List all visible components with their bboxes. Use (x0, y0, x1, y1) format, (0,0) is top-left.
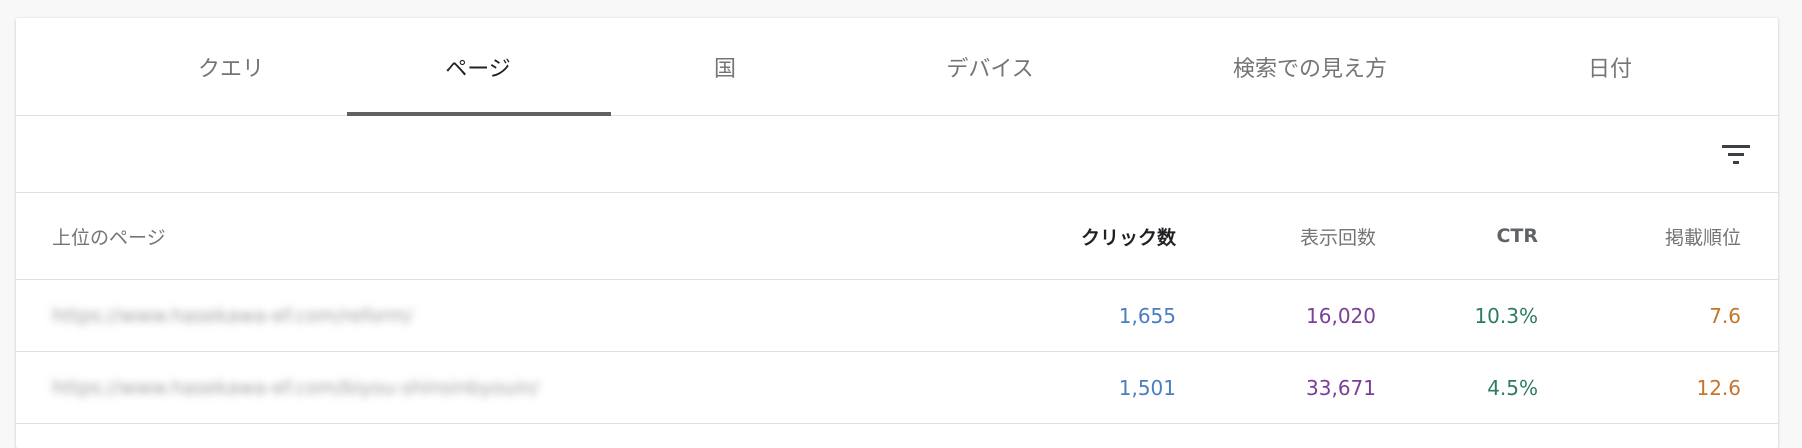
table-header: 上位のページ クリック数 表示回数 CTR 掲載順位 (16, 193, 1778, 280)
header-page[interactable]: 上位のページ (52, 193, 852, 279)
impressions-value: 16,020 (1306, 303, 1376, 328)
filter-bar (16, 116, 1778, 193)
performance-card: クエリ ページ 国 デバイス 検索での見え方 日付 上位のページ クリック数 表… (16, 18, 1778, 448)
clicks-value: 1,501 (1118, 375, 1176, 400)
tab-queries[interactable]: クエリ (116, 18, 346, 115)
dimension-tabs: クエリ ページ 国 デバイス 検索での見え方 日付 (16, 18, 1778, 116)
table-row[interactable]: https://www.hasekawa-ef.com/biyou-shinsi… (16, 352, 1778, 424)
tab-countries[interactable]: 国 (610, 18, 840, 115)
page-url[interactable]: https://www.hasekawa-ef.com/reform/ (52, 280, 852, 351)
tab-pages[interactable]: ページ (346, 18, 610, 115)
filter-button[interactable] (1716, 134, 1756, 174)
tab-devices[interactable]: デバイス (840, 18, 1140, 115)
impressions-value: 33,671 (1306, 375, 1376, 400)
clicks-value: 1,655 (1118, 303, 1176, 328)
ctr-value: 10.3% (1474, 303, 1538, 328)
ctr-value: 4.5% (1487, 375, 1538, 400)
header-impressions[interactable]: 表示回数 (1176, 193, 1376, 279)
page-url-text: https://www.hasekawa-ef.com/reform/ (52, 304, 413, 327)
table-row[interactable]: https://www.hasekawa-ef.com/reform/ 1,65… (16, 280, 1778, 352)
position-value: 7.6 (1709, 303, 1741, 328)
page-url[interactable]: https://www.hasekawa-ef.com/biyou-shinsi… (52, 352, 852, 423)
header-ctr[interactable]: CTR (1376, 193, 1538, 279)
header-position[interactable]: 掲載順位 (1538, 193, 1741, 279)
header-clicks[interactable]: クリック数 (976, 193, 1176, 279)
page-url-text: https://www.hasekawa-ef.com/biyou-shinsi… (52, 376, 539, 399)
tab-dates[interactable]: 日付 (1480, 18, 1740, 115)
filter-icon (1722, 145, 1750, 164)
position-value: 12.6 (1696, 375, 1741, 400)
tab-search-appearance[interactable]: 検索での見え方 (1140, 18, 1480, 115)
